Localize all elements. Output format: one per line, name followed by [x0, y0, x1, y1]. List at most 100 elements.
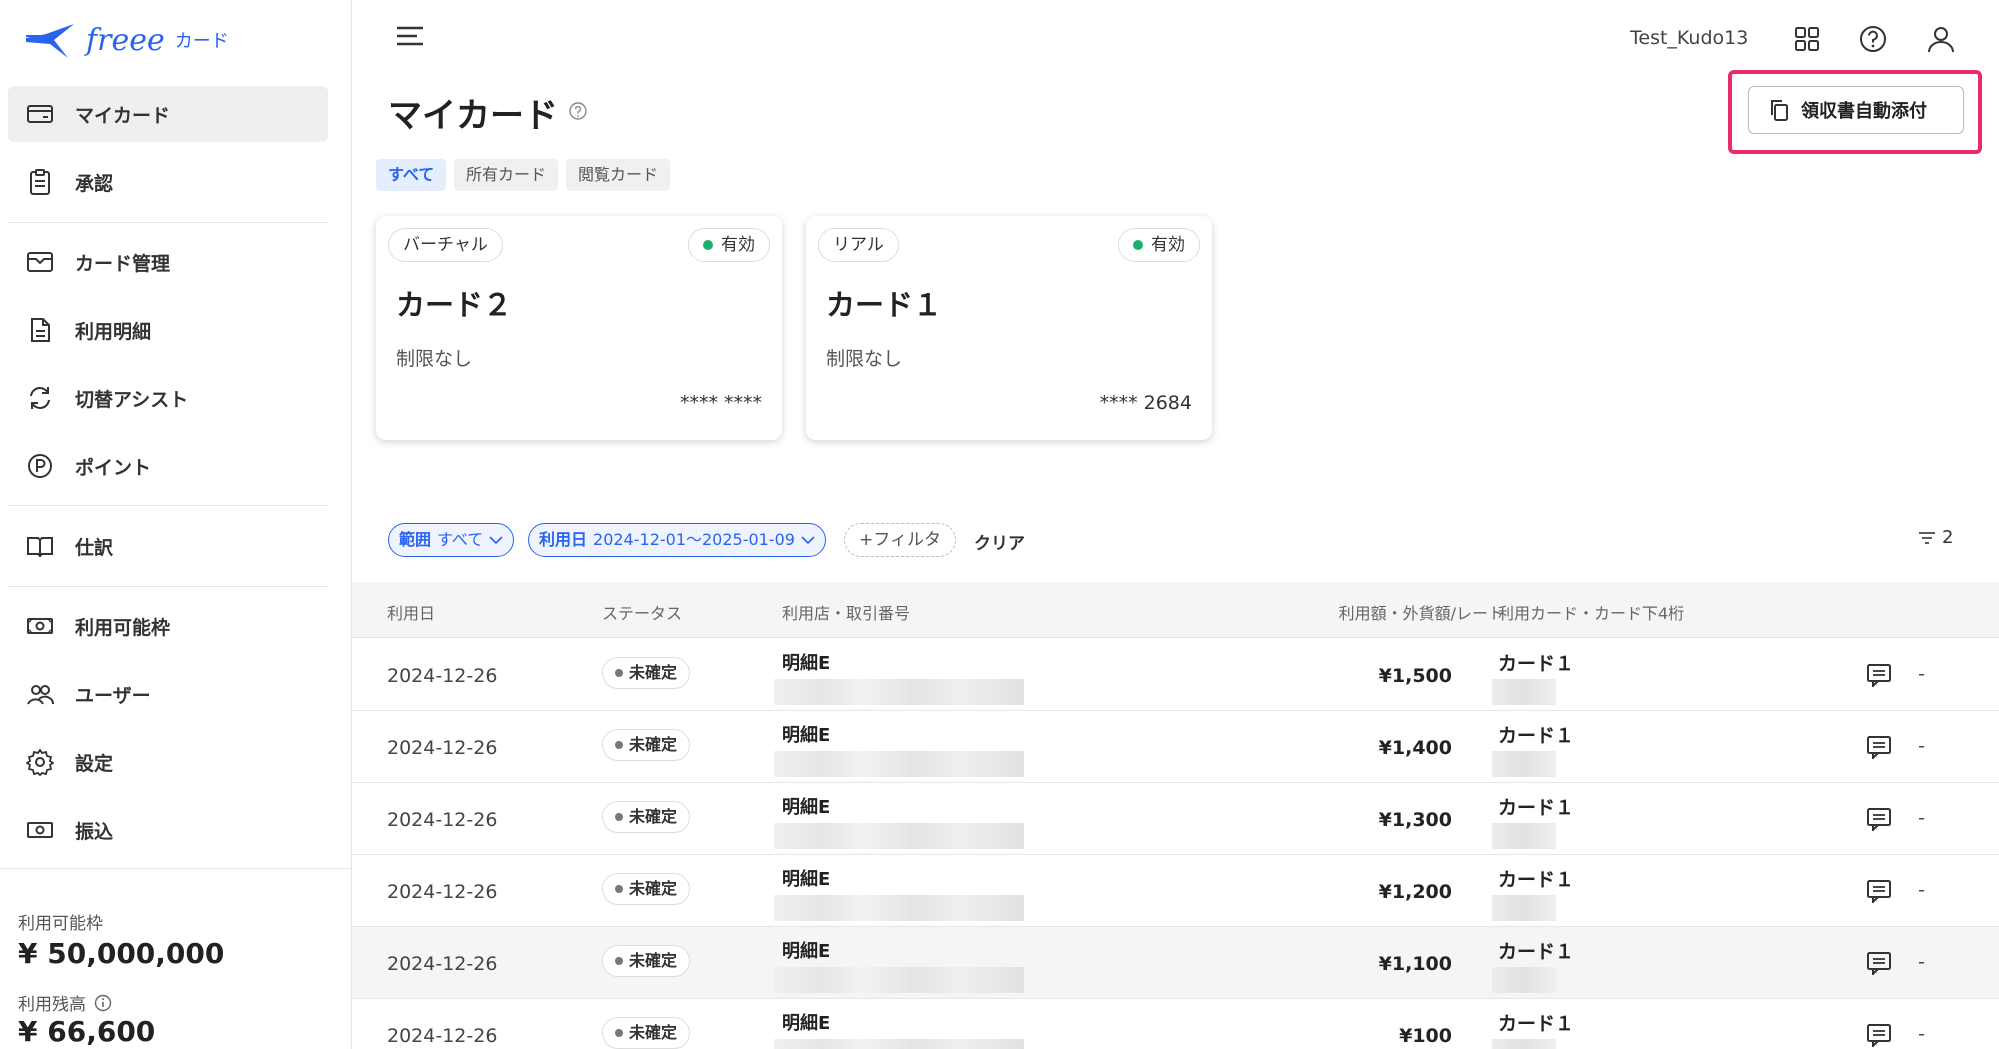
menu-icon[interactable]: [395, 24, 425, 48]
row-merchant: 明細E: [782, 797, 831, 818]
comment-icon[interactable]: [1866, 879, 1892, 903]
status-dot-icon: [615, 813, 623, 821]
sidebar-item-label: 仕訳: [75, 536, 114, 559]
bird-logo-icon: [26, 24, 74, 58]
transaction-number-blurred: [774, 823, 1024, 849]
sidebar-item-switch-assist[interactable]: 切替アシスト: [8, 370, 328, 426]
refresh-icon: [30, 387, 50, 409]
date-filter-value: 2024-12-01〜2025-01-09: [593, 530, 795, 549]
user-profile-icon[interactable]: [1926, 24, 1956, 54]
card-status-chip: 有効: [1118, 228, 1200, 262]
row-date: 2024-12-26: [387, 953, 498, 975]
user-name[interactable]: Test_Kudo13: [1630, 27, 1748, 49]
card-limit: 制限なし: [396, 348, 473, 370]
book-icon: [27, 537, 53, 558]
row-card-name: カード１: [1498, 725, 1575, 747]
sidebar-item-label: 振込: [75, 820, 114, 843]
sidebar-item-approval[interactable]: 承認: [8, 154, 328, 210]
row-amount: ¥1,500: [1378, 665, 1452, 687]
apps-grid-icon[interactable]: [1792, 24, 1822, 54]
gear-icon: [26, 748, 54, 776]
money-icon: [27, 822, 53, 838]
table-row[interactable]: 2024-12-26 未確定 明細E ¥1,500 カード１ -: [352, 639, 1999, 711]
row-merchant: 明細E: [782, 653, 831, 674]
row-status-chip: 未確定: [602, 801, 691, 833]
tab-owned-cards[interactable]: 所有カード: [454, 159, 559, 191]
auto-attach-receipt-button[interactable]: 領収書自動添付: [1748, 86, 1964, 134]
sidebar-item-settings[interactable]: 設定: [8, 734, 328, 790]
card-tile[interactable]: リアル 有効 カード１ 制限なし **** 2684: [806, 216, 1212, 440]
tab-all[interactable]: すべて: [376, 159, 447, 191]
range-filter-chip[interactable]: 範囲 すべて: [388, 523, 515, 557]
sidebar-item-users[interactable]: ユーザー: [8, 666, 328, 722]
status-dot-icon: [1133, 240, 1143, 250]
sidebar-item-transfer[interactable]: 振込: [8, 802, 328, 858]
sidebar-item-label: 切替アシスト: [75, 388, 189, 411]
card-type-chip: バーチャル: [388, 228, 503, 262]
auto-attach-receipt-label: 領収書自動添付: [1801, 101, 1927, 121]
copy-icon: [1771, 100, 1788, 121]
column-header-merchant[interactable]: 利用店・取引番号: [782, 600, 910, 624]
sidebar-item-card-management[interactable]: カード管理: [8, 234, 328, 290]
status-dot-icon: [615, 669, 623, 677]
sidebar-item-label: 承認: [75, 172, 114, 195]
transaction-number-blurred: [774, 1039, 1024, 1049]
table-row[interactable]: 2024-12-26 未確定 明細E ¥100 カード１ -: [352, 999, 1999, 1049]
status-dot-icon: [615, 957, 623, 965]
row-memo: -: [1918, 951, 1925, 973]
range-filter-value: すべて: [437, 530, 484, 549]
add-filter-button[interactable]: +フィルタ: [844, 523, 956, 557]
card-name: カード１: [826, 288, 943, 322]
column-header-card[interactable]: 利用カード・カード下4桁: [1498, 600, 1684, 624]
sidebar-item-label: ユーザー: [75, 684, 151, 707]
card-last4-blurred: [1492, 679, 1556, 705]
help-icon[interactable]: [568, 101, 588, 121]
sidebar-item-statement[interactable]: 利用明細: [8, 302, 328, 358]
table-row[interactable]: 2024-12-26 未確定 明細E ¥1,200 カード１ -: [352, 855, 1999, 927]
card-status-label: 有効: [1151, 235, 1185, 255]
users-icon: [27, 685, 54, 705]
sidebar-item-mycard[interactable]: マイカード: [8, 86, 328, 142]
freee-logo[interactable]: freee カード: [24, 18, 229, 62]
table-row[interactable]: 2024-12-26 未確定 明細E ¥1,400 カード１ -: [352, 711, 1999, 783]
comment-icon[interactable]: [1866, 735, 1892, 759]
column-header-status[interactable]: ステータス: [602, 600, 682, 624]
card-last4-blurred: [1492, 823, 1556, 849]
info-icon[interactable]: [94, 994, 112, 1012]
transaction-number-blurred: [774, 967, 1024, 993]
sidebar-item-points[interactable]: ポイント: [8, 438, 328, 494]
filter-count-value: 2: [1942, 527, 1954, 548]
row-merchant: 明細E: [782, 869, 831, 890]
transaction-number-blurred: [774, 895, 1024, 921]
tab-viewable-cards[interactable]: 閲覧カード: [566, 159, 671, 191]
row-amount: ¥1,300: [1378, 809, 1452, 831]
sidebar-item-journal[interactable]: 仕訳: [8, 518, 328, 574]
brand-sub: カード: [174, 31, 229, 52]
date-filter-chip[interactable]: 利用日 2024-12-01〜2025-01-09: [528, 523, 826, 557]
chevron-down-icon: [489, 536, 503, 545]
sidebar-item-label: 利用可能枠: [75, 616, 171, 639]
comment-icon[interactable]: [1866, 807, 1892, 831]
card-tile[interactable]: バーチャル 有効 カード２ 制限なし **** ****: [376, 216, 782, 440]
row-card-name: カード１: [1498, 1013, 1575, 1035]
row-status-chip: 未確定: [602, 729, 691, 761]
sidebar: freee カード マイカード 承認 カード管理 利用明細 切替アシスト ポイン…: [0, 0, 352, 1049]
table-row[interactable]: 2024-12-26 未確定 明細E ¥1,100 カード１ -: [352, 927, 1999, 999]
balance-value: ¥ 66,600: [18, 1015, 156, 1048]
card-last4-blurred: [1492, 895, 1556, 921]
table-row[interactable]: 2024-12-26 未確定 明細E ¥1,300 カード１ -: [352, 783, 1999, 855]
column-header-date[interactable]: 利用日: [387, 600, 435, 624]
comment-icon[interactable]: [1866, 663, 1892, 687]
sidebar-item-available-limit[interactable]: 利用可能枠: [8, 598, 328, 654]
status-dot-icon: [615, 1029, 623, 1037]
available-limit-value: ¥ 50,000,000: [18, 937, 225, 970]
card-limit: 制限なし: [826, 348, 903, 370]
column-header-amount[interactable]: 利用額・外貨額/レート: [1339, 600, 1504, 624]
comment-icon[interactable]: [1866, 1023, 1892, 1047]
row-merchant: 明細E: [782, 725, 831, 746]
clear-filter-button[interactable]: クリア: [974, 529, 1025, 554]
help-icon[interactable]: [1858, 24, 1888, 54]
comment-icon[interactable]: [1866, 951, 1892, 975]
row-amount: ¥1,200: [1378, 881, 1452, 903]
filter-count[interactable]: 2: [1918, 527, 1953, 548]
